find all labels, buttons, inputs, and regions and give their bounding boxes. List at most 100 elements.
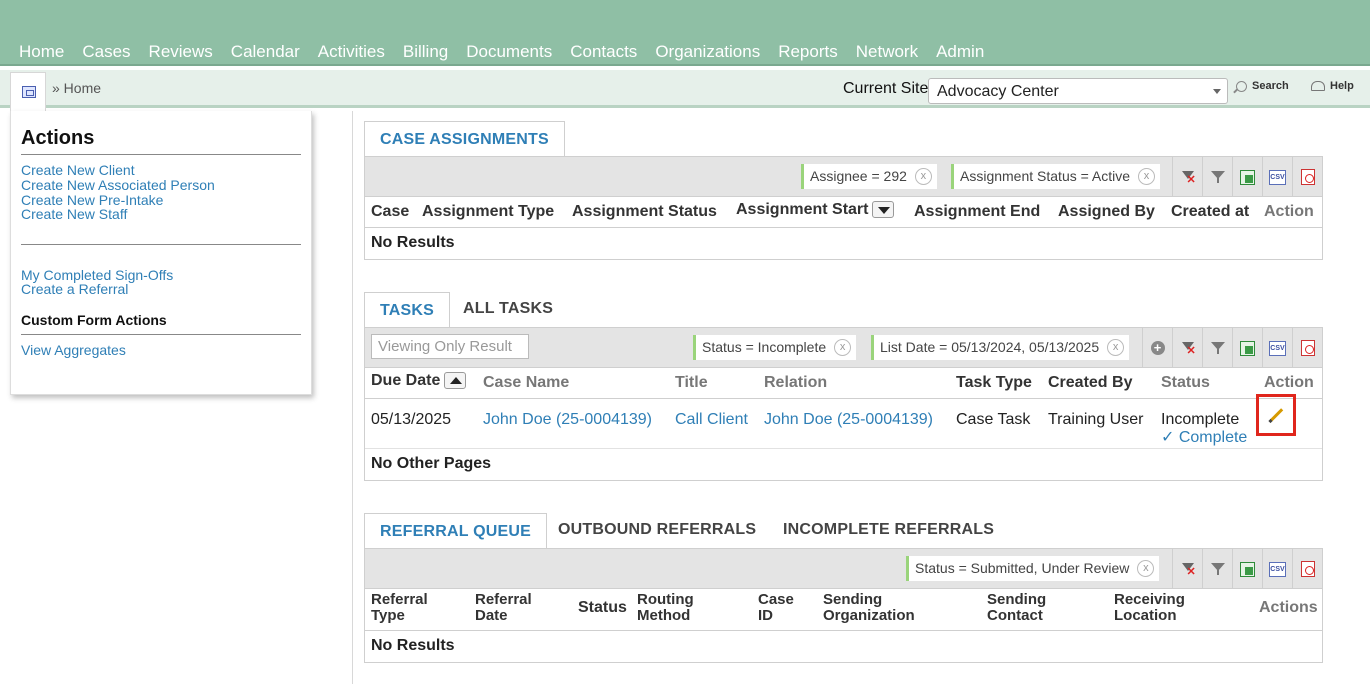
complete-task-link[interactable]: ✓ Complete	[1161, 427, 1247, 447]
filter-chip-referral-status[interactable]: Status = Submitted, Under Review x	[906, 556, 1160, 581]
nav-activities[interactable]: Activities	[309, 42, 394, 62]
tab-all-tasks[interactable]: ALL TASKS	[448, 291, 568, 326]
search-link[interactable]: Search	[1236, 80, 1289, 92]
col-case[interactable]: Case	[371, 203, 409, 221]
export-buttons: + CSV	[1142, 328, 1322, 368]
tab-incomplete-referrals[interactable]: INCOMPLETE REFERRALS	[768, 512, 1009, 547]
col-routing-method[interactable]: Routing Method	[637, 592, 694, 624]
nav-calendar[interactable]: Calendar	[222, 42, 309, 62]
filter-button[interactable]	[1202, 157, 1232, 197]
tab-outbound-referrals[interactable]: OUTBOUND REFERRALS	[543, 512, 771, 547]
dashboard-icon	[22, 86, 36, 98]
add-task-button[interactable]: +	[1142, 328, 1172, 368]
clear-filter-button[interactable]	[1172, 549, 1202, 589]
nav-organizations[interactable]: Organizations	[646, 42, 769, 62]
col-label: Contact	[987, 607, 1043, 624]
breadcrumb[interactable]: » Home	[52, 80, 101, 96]
pdf-export-button[interactable]	[1292, 157, 1322, 197]
filter-chip-label: Status = Incomplete	[702, 339, 827, 355]
col-assignment-start[interactable]: Assignment Start	[736, 201, 895, 219]
view-aggregates-link[interactable]: View Aggregates	[21, 343, 126, 358]
clear-filter-icon	[1181, 342, 1196, 357]
actions-title: Actions	[21, 127, 95, 149]
nav-documents[interactable]: Documents	[457, 42, 561, 62]
task-case-name-link[interactable]: John Doe (25-0004139)	[483, 411, 652, 429]
nav-home[interactable]: Home	[10, 42, 73, 62]
csv-export-button[interactable]: CSV	[1262, 549, 1292, 589]
nav-admin[interactable]: Admin	[927, 42, 993, 62]
col-case-name[interactable]: Case Name	[483, 374, 569, 392]
tab-case-assignments[interactable]: CASE ASSIGNMENTS	[364, 121, 565, 157]
excel-export-button[interactable]	[1232, 328, 1262, 368]
pdf-export-button[interactable]	[1292, 549, 1322, 589]
edit-task-button[interactable]	[1256, 394, 1296, 436]
col-assigned-by[interactable]: Assigned By	[1058, 203, 1155, 221]
col-status[interactable]: Status	[1161, 374, 1210, 392]
task-relation-link[interactable]: John Doe (25-0004139)	[764, 411, 933, 429]
create-new-staff-link[interactable]: Create New Staff	[21, 207, 127, 222]
referral-toolbar: Status = Submitted, Under Review x CSV	[365, 549, 1322, 589]
nav-cases[interactable]: Cases	[73, 42, 139, 62]
col-receiving-location[interactable]: Receiving Location	[1114, 592, 1185, 624]
close-icon[interactable]: x	[834, 339, 852, 356]
sort-down-icon[interactable]	[872, 201, 895, 219]
clear-filter-button[interactable]	[1172, 157, 1202, 197]
clear-filter-button[interactable]	[1172, 328, 1202, 368]
col-referral-type[interactable]: Referral Type	[371, 592, 428, 624]
help-link[interactable]: Help	[1311, 80, 1354, 92]
col-created-by[interactable]: Created By	[1048, 374, 1132, 392]
create-referral-link[interactable]: Create a Referral	[21, 282, 128, 297]
pdf-export-button[interactable]	[1292, 328, 1322, 368]
col-due-date[interactable]: Due Date	[371, 372, 467, 390]
col-sending-organization[interactable]: Sending Organization	[823, 592, 915, 624]
panel-toggle-button[interactable]	[10, 72, 46, 112]
nav-billing[interactable]: Billing	[394, 42, 457, 62]
excel-export-button[interactable]	[1232, 157, 1262, 197]
col-created-at[interactable]: Created at	[1171, 203, 1249, 221]
col-task-type[interactable]: Task Type	[956, 374, 1032, 392]
create-new-client-link[interactable]: Create New Client	[21, 163, 135, 178]
csv-export-button[interactable]: CSV	[1262, 157, 1292, 197]
close-icon[interactable]: x	[1138, 168, 1156, 185]
sort-up-icon[interactable]	[444, 372, 467, 390]
col-case-id[interactable]: Case ID	[758, 592, 794, 624]
close-icon[interactable]: x	[1137, 560, 1155, 577]
case-assignments-toolbar: Assignee = 292 x Assignment Status = Act…	[365, 157, 1322, 197]
nav-reports[interactable]: Reports	[769, 42, 847, 62]
col-relation[interactable]: Relation	[764, 374, 827, 392]
csv-export-button[interactable]: CSV	[1262, 328, 1292, 368]
task-title-link[interactable]: Call Client	[675, 411, 748, 429]
col-referral-status[interactable]: Status	[578, 600, 627, 616]
tab-referral-queue[interactable]: REFERRAL QUEUE	[364, 513, 547, 549]
nav-reviews[interactable]: Reviews	[140, 42, 222, 62]
filter-chip-assignment-status[interactable]: Assignment Status = Active x	[951, 164, 1161, 189]
create-new-associated-person-link[interactable]: Create New Associated Person	[21, 178, 215, 193]
col-assignment-status[interactable]: Assignment Status	[572, 203, 717, 221]
col-referral-date[interactable]: Referral Date	[475, 592, 532, 624]
col-assignment-end[interactable]: Assignment End	[914, 203, 1040, 221]
filter-chip-list-date[interactable]: List Date = 05/13/2024, 05/13/2025 x	[871, 335, 1130, 360]
col-title[interactable]: Title	[675, 374, 708, 392]
col-sending-contact[interactable]: Sending Contact	[987, 592, 1046, 624]
close-icon[interactable]: x	[1107, 339, 1125, 356]
filter-chip-status[interactable]: Status = Incomplete x	[693, 335, 857, 360]
content-divider	[352, 111, 353, 684]
current-site-select[interactable]: Advocacy Center	[928, 78, 1228, 104]
col-label: Sending	[987, 591, 1047, 608]
excel-export-icon	[1240, 340, 1255, 356]
col-assignment-type[interactable]: Assignment Type	[422, 203, 554, 221]
tab-tasks[interactable]: TASKS	[364, 292, 451, 328]
filter-button[interactable]	[1202, 328, 1232, 368]
excel-export-button[interactable]	[1232, 549, 1262, 589]
col-label: Sending	[823, 591, 883, 608]
filter-chip-assignee[interactable]: Assignee = 292 x	[801, 164, 937, 189]
filter-button[interactable]	[1202, 549, 1232, 589]
nav-network[interactable]: Network	[847, 42, 927, 62]
nav-contacts[interactable]: Contacts	[561, 42, 646, 62]
empty-message: No Results	[365, 228, 1322, 259]
filter-chip-label: Assignee = 292	[810, 168, 907, 184]
no-other-pages-text: No Other Pages	[371, 455, 492, 472]
empty-message: No Results	[365, 631, 1322, 662]
no-results-text: No Results	[371, 234, 455, 251]
close-icon[interactable]: x	[914, 168, 932, 185]
